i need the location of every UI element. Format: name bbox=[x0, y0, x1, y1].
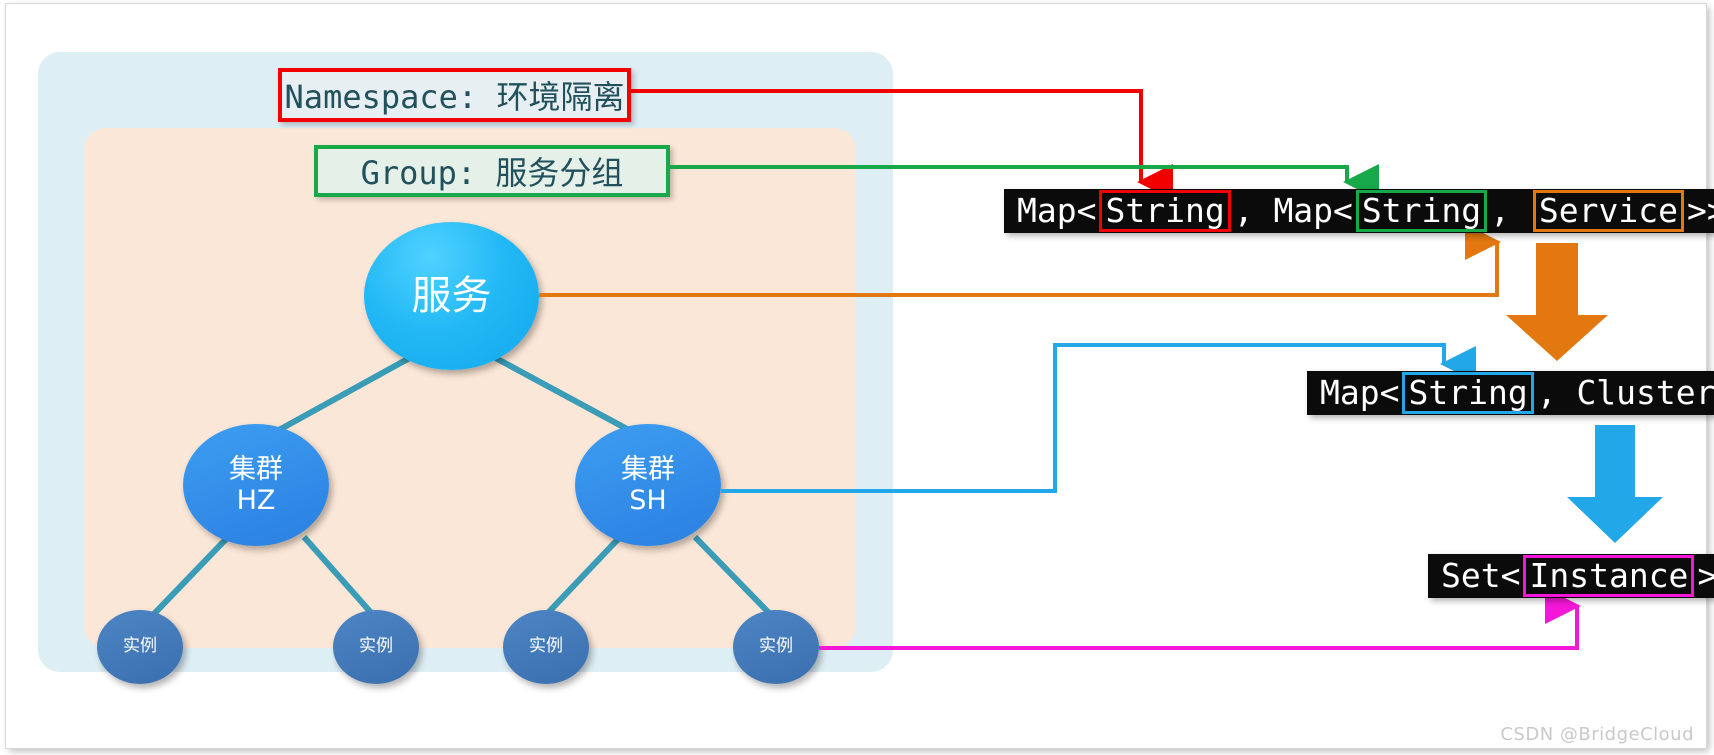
node-cluster-hz-label-line1: 集群 bbox=[229, 453, 283, 485]
label-namespace: Namespace: 环境隔离 bbox=[278, 68, 631, 122]
node-instance-2: 实例 bbox=[333, 610, 419, 684]
code-1-token-0: Map< bbox=[1017, 191, 1097, 231]
node-service: 服务 bbox=[364, 222, 539, 370]
code-1-token-string-2: String bbox=[1355, 190, 1488, 232]
label-group-text: Group: 服务分组 bbox=[360, 154, 624, 192]
code-1-token-service: Service bbox=[1532, 190, 1684, 232]
node-service-label: 服务 bbox=[411, 273, 492, 319]
node-cluster-sh: 集群 SH bbox=[575, 424, 721, 546]
node-instance-1: 实例 bbox=[97, 610, 183, 684]
code-1-token-6: >> bbox=[1686, 191, 1714, 231]
node-instance-2-label: 实例 bbox=[359, 636, 393, 657]
watermark: CSDN @BridgeCloud bbox=[1500, 724, 1694, 745]
node-instance-4: 实例 bbox=[733, 610, 819, 684]
code-2-token-string: String bbox=[1402, 372, 1534, 414]
code-1-token-2: , Map< bbox=[1233, 191, 1353, 231]
code-1-token-4: , bbox=[1490, 191, 1530, 231]
code-3-token-0: Set< bbox=[1441, 556, 1521, 596]
code-box-map-string-cluster: Map<String, Cluster> bbox=[1307, 371, 1714, 415]
code-2-token-2: , Cluster> bbox=[1536, 373, 1714, 413]
node-cluster-hz-label-line2: HZ bbox=[236, 485, 276, 516]
code-3-token-2: > bbox=[1697, 556, 1714, 596]
node-instance-4-label: 实例 bbox=[759, 636, 793, 657]
code-box-map-string-map-string-service: Map<String, Map<String, Service>> bbox=[1004, 189, 1714, 233]
diagram-canvas: 服务 集群 HZ 集群 SH 实例 实例 实例 实例 Namespace: 环境… bbox=[0, 0, 1714, 755]
code-3-token-instance: Instance bbox=[1523, 555, 1695, 597]
group-panel bbox=[84, 128, 856, 648]
code-box-set-instance: Set< Instance > bbox=[1428, 554, 1714, 598]
code-1-token-string-1: String bbox=[1099, 190, 1231, 232]
node-instance-3-label: 实例 bbox=[529, 636, 563, 657]
service-to-cluster-arrow bbox=[1506, 243, 1608, 361]
node-cluster-hz: 集群 HZ bbox=[183, 424, 329, 546]
cluster-to-instance-arrow bbox=[1567, 425, 1663, 543]
node-instance-3: 实例 bbox=[503, 610, 589, 684]
label-namespace-text: Namespace: 环境隔离 bbox=[284, 78, 625, 116]
node-instance-1-label: 实例 bbox=[123, 636, 157, 657]
node-cluster-sh-label-line2: SH bbox=[629, 485, 667, 516]
label-group: Group: 服务分组 bbox=[314, 145, 670, 197]
node-cluster-sh-label-line1: 集群 bbox=[621, 453, 675, 485]
code-2-token-0: Map< bbox=[1320, 373, 1400, 413]
